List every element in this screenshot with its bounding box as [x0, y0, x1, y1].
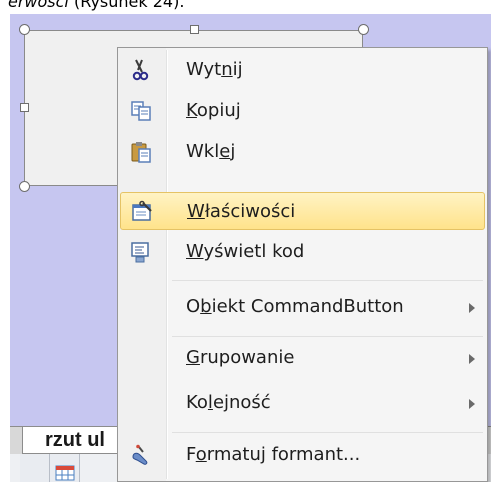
menu-separator [172, 280, 483, 281]
document-caption: erwosci (Rysunek 24). [0, 0, 491, 14]
submenu-arrow-icon [469, 399, 475, 409]
submenu-arrow-icon [469, 303, 475, 313]
grid-icon [55, 465, 75, 481]
view-code-icon [131, 242, 149, 263]
menu-item-grupowanie[interactable]: Grupowanie [120, 339, 485, 377]
resize-handle-middle-left[interactable] [20, 103, 29, 112]
excel-window: erwosci (Rysunek 24). rzut ul Wytnij Kop… [0, 0, 491, 482]
sheet-tab-label: rzut ul [45, 429, 105, 451]
resize-handle-top-right[interactable] [358, 24, 369, 35]
resize-handle-top-middle[interactable] [190, 25, 199, 34]
paste-icon [131, 142, 151, 163]
menu-item-kopiuj[interactable]: Kopiuj [120, 92, 485, 130]
format-control-icon [132, 444, 148, 465]
menu-separator [172, 336, 483, 337]
caption-italic-term: erwosci [8, 0, 69, 11]
menu-item-label: Grupowanie [186, 347, 295, 368]
menu-item-label: Formatuj formant... [186, 444, 361, 465]
caption-text: erwosci (Rysunek 24). [8, 0, 184, 11]
resize-handle-top-left[interactable] [19, 24, 30, 35]
sheet-tab[interactable]: rzut ul [22, 427, 132, 454]
menu-item-wklej[interactable]: Wklej [120, 133, 485, 171]
menu-item-obiekt-commandbutton[interactable]: Obiekt CommandButton [120, 288, 485, 326]
menu-item-label: Wytnij [186, 59, 243, 80]
normal-view-button[interactable] [50, 454, 80, 482]
menu-separator [172, 432, 483, 433]
submenu-arrow-icon [469, 354, 475, 364]
copy-icon [131, 101, 151, 121]
resize-handle-bottom-left[interactable] [19, 181, 30, 192]
menu-item-label: Kolejność [186, 392, 271, 413]
properties-icon [132, 200, 152, 221]
status-button[interactable] [20, 454, 50, 482]
menu-item-label: Obiekt CommandButton [186, 296, 404, 317]
caption-tail: (Rysunek 24). [68, 0, 185, 11]
context-menu: Wytnij Kopiuj Wklej Właściwości Wyświetl… [117, 47, 488, 482]
cut-icon [132, 59, 149, 81]
menu-item-formatuj-formant[interactable]: Formatuj formant... [120, 436, 485, 474]
menu-item-wyswietl-kod[interactable]: Wyświetl kod [120, 233, 485, 271]
menu-item-kolejnosc[interactable]: Kolejność [120, 384, 485, 422]
menu-item-label: Kopiuj [186, 100, 241, 121]
menu-item-label: Właściwości [187, 201, 296, 222]
menu-item-label: Wyświetl kod [186, 241, 305, 262]
menu-item-wytnij[interactable]: Wytnij [120, 51, 485, 89]
menu-item-label: Wklej [186, 141, 236, 162]
menu-item-wlasciwosci[interactable]: Właściwości [120, 192, 485, 230]
